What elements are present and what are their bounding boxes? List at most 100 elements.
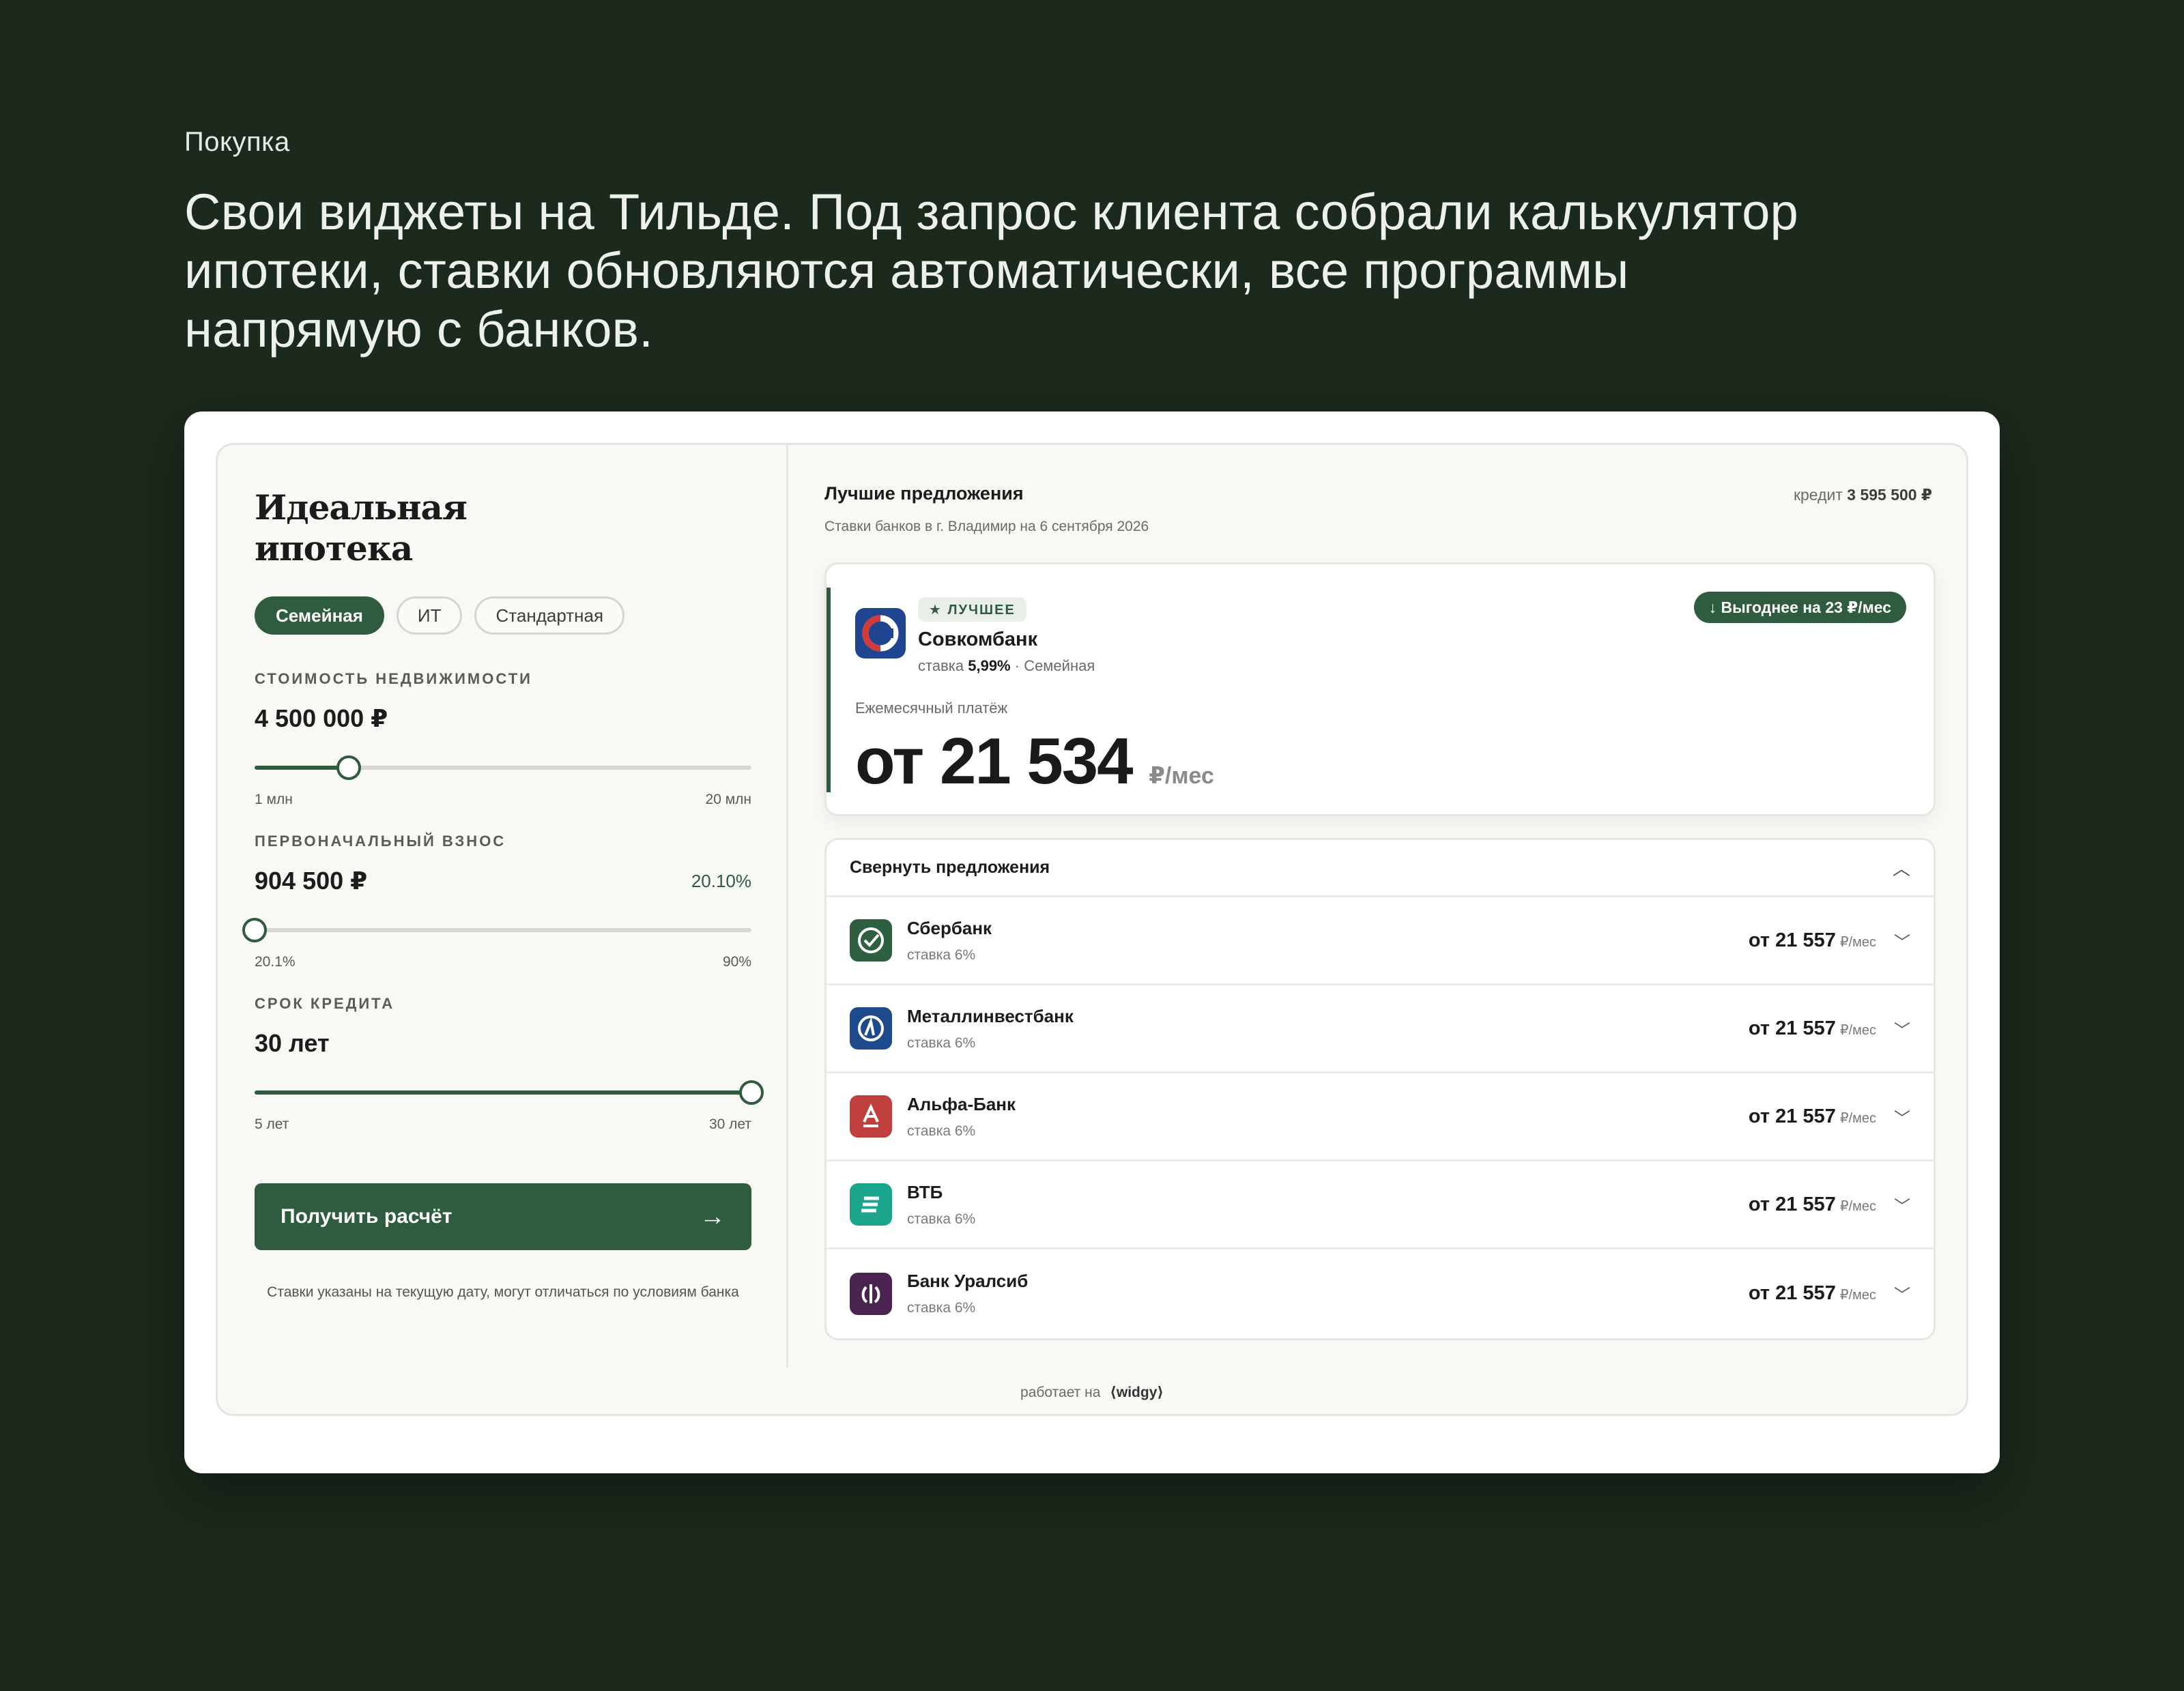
mortgage-widget: Идеальная ипотека Семейная ИТ Стандартна… bbox=[216, 443, 1968, 1416]
slider-thumb[interactable] bbox=[739, 1080, 764, 1105]
collapse-offers-toggle[interactable]: Свернуть предложения ︿ bbox=[827, 840, 1934, 897]
slider-thumb[interactable] bbox=[336, 755, 362, 780]
widget-title: Идеальная ипотека bbox=[255, 487, 528, 569]
offer-rate: ставка 6% bbox=[907, 1211, 976, 1227]
down-payment-field: ПЕРВОНАЧАЛЬНЫЙ ВЗНОС 904 500 ₽ 20.10% 20… bbox=[242, 833, 751, 970]
widgy-logo[interactable]: ⟨widgy⟩ bbox=[1110, 1385, 1164, 1400]
sovcombank-logo-icon bbox=[855, 608, 906, 659]
range-max: 20 млн bbox=[705, 792, 751, 807]
offer-row-uralsib[interactable]: Банк Уралсиб ставка 6% от 21 557 ₽/мес ﹀ bbox=[827, 1249, 1934, 1338]
offer-price-value: от 21 557 bbox=[1748, 1193, 1836, 1215]
headline-line: напрямую с банков. bbox=[184, 301, 654, 358]
down-payment-value: 904 500 ₽ bbox=[255, 867, 368, 895]
offer-price: от 21 557 ₽/мес bbox=[1749, 929, 1876, 952]
chevron-down-icon[interactable]: ﹀ bbox=[1894, 1105, 1910, 1129]
slider-track bbox=[255, 928, 751, 932]
vtb-logo-icon bbox=[861, 1196, 879, 1213]
tab-family[interactable]: Семейная bbox=[255, 596, 384, 635]
get-calculation-label: Получить расчёт bbox=[281, 1205, 452, 1228]
sberbank-logo-icon bbox=[858, 927, 884, 953]
slider-range: 1 млн 20 млн bbox=[255, 792, 751, 808]
chevron-down-icon[interactable]: ﹀ bbox=[1894, 1017, 1910, 1041]
slider-fill bbox=[255, 1090, 751, 1095]
monthly-payment-value: от 21 534 bbox=[855, 725, 1134, 798]
monthly-payment-label: Ежемесячный платёж bbox=[855, 699, 1008, 717]
credit-label: кредит bbox=[1793, 486, 1843, 504]
offer-info: Сбербанк ставка 6% bbox=[907, 918, 1749, 964]
offer-price-unit: ₽/мес bbox=[1839, 934, 1876, 950]
offers-panel: Лучшие предложения Ставки банков в г. Вл… bbox=[790, 445, 1966, 1368]
widget-title-line: Идеальная bbox=[255, 487, 468, 527]
arrow-right-icon: → bbox=[700, 1202, 725, 1231]
slider-range: 5 лет 30 лет bbox=[255, 1116, 751, 1133]
credit-amount: кредит 3 595 500 ₽ bbox=[1794, 486, 1932, 504]
slider-thumb[interactable] bbox=[242, 918, 267, 942]
offer-bank-name: Металлинвестбанк bbox=[907, 1005, 1074, 1026]
page-headline: Свои виджеты на Тильде. Под запрос клиен… bbox=[184, 183, 2027, 359]
vtb-icon bbox=[850, 1183, 892, 1226]
offer-row-metallinvestbank[interactable]: Металлинвестбанк ставка 6% от 21 557 ₽/ме… bbox=[827, 985, 1934, 1073]
offer-rate: ставка 6% bbox=[907, 1123, 976, 1139]
offer-price-value: от 21 557 bbox=[1748, 929, 1836, 951]
rates-disclaimer: Ставки указаны на текущую дату, могут от… bbox=[267, 1284, 739, 1300]
offer-info: ВТБ ставка 6% bbox=[907, 1182, 1749, 1228]
metallinvestbank-logo-icon bbox=[858, 1015, 884, 1041]
metallinvest-icon bbox=[850, 1007, 892, 1050]
range-max: 90% bbox=[722, 954, 751, 970]
uralsib-logo-icon bbox=[861, 1284, 880, 1303]
offer-price: от 21 557 ₽/мес bbox=[1749, 1282, 1876, 1305]
rate-prefix: ставка bbox=[918, 657, 964, 674]
collapse-offers-label: Свернуть предложения bbox=[850, 858, 1050, 877]
slider-fill bbox=[255, 766, 349, 770]
offer-rate: ставка 6% bbox=[907, 946, 976, 963]
down-payment-slider[interactable] bbox=[242, 916, 751, 943]
offer-price: от 21 557 ₽/мес bbox=[1749, 1194, 1876, 1216]
offer-row-vtb[interactable]: ВТБ ставка 6% от 21 557 ₽/мес ﹀ bbox=[827, 1161, 1934, 1249]
program-tabs: Семейная ИТ Стандартная bbox=[255, 596, 625, 635]
offer-row-alfabank[interactable]: Альфа-Банк ставка 6% от 21 557 ₽/мес ﹀ bbox=[827, 1073, 1934, 1161]
savings-badge: ↓ Выгоднее на 23 ₽/мес bbox=[1693, 592, 1906, 623]
rate-program: · Семейная bbox=[1014, 657, 1095, 674]
loan-term-value: 30 лет bbox=[255, 1029, 330, 1057]
section-eyebrow: Покупка bbox=[184, 127, 290, 157]
offer-price-unit: ₽/мес bbox=[1839, 1288, 1876, 1303]
loan-term-label: СРОК КРЕДИТА bbox=[255, 995, 395, 1012]
offers-title: Лучшие предложения bbox=[824, 483, 1024, 504]
alfa-icon bbox=[850, 1095, 892, 1138]
best-badge: ★ ЛУЧШЕЕ bbox=[918, 597, 1026, 622]
check-icon bbox=[850, 919, 892, 962]
offer-price: от 21 557 ₽/мес bbox=[1749, 1105, 1876, 1128]
chevron-down-icon[interactable]: ﹀ bbox=[1894, 929, 1910, 953]
offer-bank-name: ВТБ bbox=[907, 1181, 943, 1202]
powered-prefix: работает на bbox=[1020, 1385, 1101, 1400]
screenshot-frame: Идеальная ипотека Семейная ИТ Стандартна… bbox=[184, 411, 2000, 1473]
offer-price-value: от 21 557 bbox=[1748, 1017, 1836, 1039]
loan-term-slider[interactable] bbox=[255, 1078, 764, 1105]
loan-term-field: СРОК КРЕДИТА 30 лет 5 лет 30 лет bbox=[255, 995, 764, 1133]
get-calculation-button[interactable]: Получить расчёт → bbox=[255, 1183, 751, 1250]
chevron-down-icon[interactable]: ﹀ bbox=[1894, 1282, 1910, 1305]
tab-standard[interactable]: Стандартная bbox=[474, 596, 625, 635]
offers-list: Свернуть предложения ︿ Сбербанк ставка 6… bbox=[824, 838, 1936, 1340]
rate-value: 5,99% bbox=[968, 657, 1011, 674]
best-offer-card[interactable]: ★ ЛУЧШЕЕ Совкомбанк ставка 5,99% · Семей… bbox=[824, 562, 1936, 816]
offers-subtitle: Ставки банков в г. Владимир на 6 сентябр… bbox=[824, 519, 1149, 534]
offer-price-value: от 21 557 bbox=[1748, 1105, 1836, 1127]
offer-bank-name: Альфа-Банк bbox=[907, 1093, 1016, 1114]
sovcombank-logo-icon bbox=[862, 615, 899, 652]
alfabank-logo-icon bbox=[863, 1103, 879, 1127]
monthly-payment-unit: ₽/мес bbox=[1149, 763, 1214, 789]
headline-line: ипотеки, ставки обновляются автоматическ… bbox=[184, 242, 1629, 299]
offer-price-unit: ₽/мес bbox=[1839, 1198, 1876, 1214]
offer-rate: ставка 6% bbox=[907, 1035, 976, 1051]
offer-bank-name: Банк Уралсиб bbox=[907, 1271, 1029, 1291]
offer-row-sberbank[interactable]: Сбербанк ставка 6% от 21 557 ₽/мес ﹀ bbox=[827, 897, 1934, 985]
offer-rate: ставка 6% bbox=[907, 1300, 976, 1316]
chevron-up-icon: ︿ bbox=[1892, 858, 1910, 879]
chevron-down-icon[interactable]: ﹀ bbox=[1894, 1193, 1910, 1217]
property-price-slider[interactable] bbox=[255, 753, 751, 781]
slider-range: 20.1% 90% bbox=[255, 954, 751, 970]
tab-it[interactable]: ИТ bbox=[396, 596, 463, 635]
down-payment-label: ПЕРВОНАЧАЛЬНЫЙ ВЗНОС bbox=[255, 833, 506, 850]
widget-title-line: ипотека bbox=[255, 528, 413, 568]
